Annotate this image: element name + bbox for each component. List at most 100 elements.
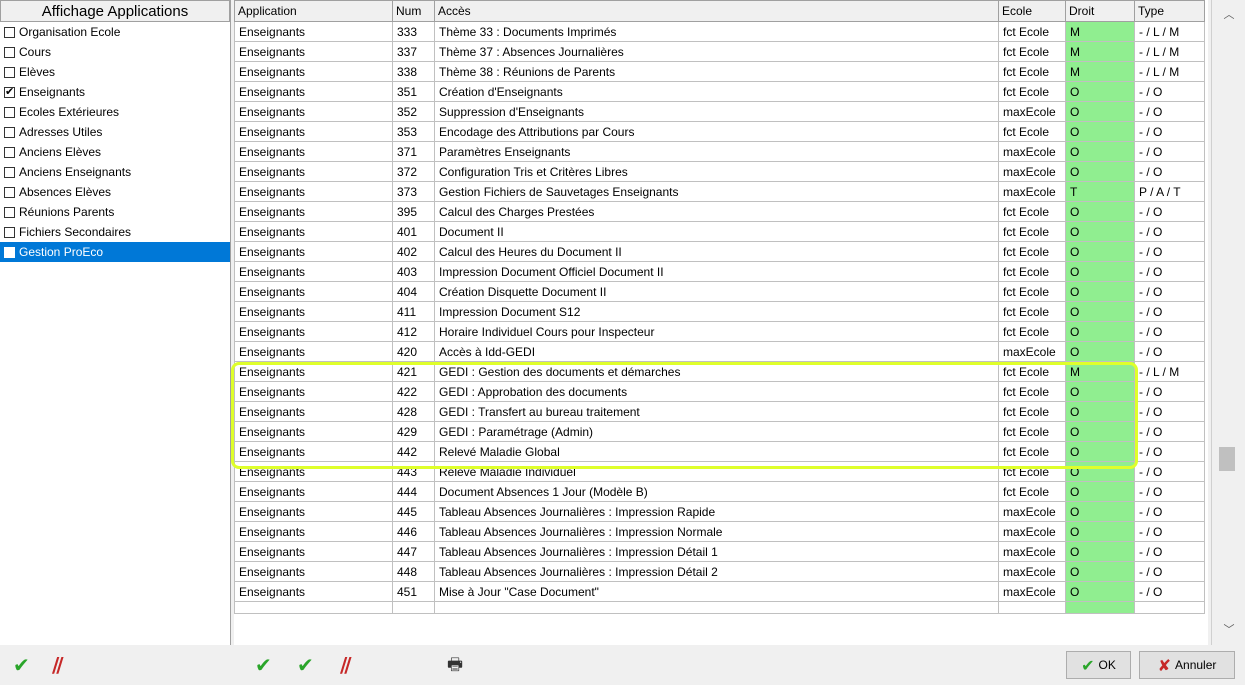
cell-droit[interactable]: O xyxy=(1065,341,1135,362)
print-preview-icon[interactable]: 🖶 xyxy=(447,655,463,675)
table-row[interactable]: Enseignants 446 Tableau Absences Journaliè… xyxy=(234,521,1205,542)
scroll-up-icon[interactable]: ︿ xyxy=(1212,6,1245,22)
cell-droit[interactable]: M xyxy=(1065,361,1135,382)
cell-droit[interactable]: O xyxy=(1065,261,1135,282)
ok-button[interactable]: ✔ OK xyxy=(1066,651,1131,679)
column-header-type[interactable]: Type xyxy=(1134,0,1205,22)
check-all-icon[interactable]: ✔ xyxy=(13,655,30,675)
table-row[interactable]: Enseignants 444 Document Absences 1 Jour (… xyxy=(234,481,1205,502)
table-row[interactable]: Enseignants 420 Accès à Idd-GEDI maxEcole O -… xyxy=(234,341,1205,362)
uncheck-all-icon[interactable]: // xyxy=(52,655,63,675)
application-checkbox[interactable] xyxy=(4,146,15,158)
cell-droit[interactable]: O xyxy=(1065,381,1135,402)
cell-droit[interactable]: O xyxy=(1065,241,1135,262)
table-row[interactable]: Enseignants 412 Horaire Individuel Cours p… xyxy=(234,321,1205,342)
application-item[interactable]: Réunions Parents xyxy=(0,202,230,222)
table-row[interactable]: Enseignants 428 GEDI : Transfert au bureau… xyxy=(234,401,1205,422)
table-row[interactable]: Enseignants 429 GEDI : Paramétrage (Admin)… xyxy=(234,421,1205,442)
table-row[interactable]: Enseignants 411 Impression Document S12 fct… xyxy=(234,301,1205,322)
table-row[interactable]: Enseignants 404 Création Disquette Documen… xyxy=(234,281,1205,302)
table-row[interactable]: Enseignants 351 Création d'Enseignants fct … xyxy=(234,81,1205,102)
application-item[interactable]: Adresses Utiles xyxy=(0,122,230,142)
cell-droit[interactable]: O xyxy=(1065,101,1135,122)
application-checkbox[interactable] xyxy=(4,46,15,58)
application-item[interactable]: Enseignants xyxy=(0,82,230,102)
table-row[interactable]: Enseignants 442 Relevé Maladie Global fct E… xyxy=(234,441,1205,462)
table-row[interactable]: Enseignants 402 Calcul des Heures du Docum… xyxy=(234,241,1205,262)
application-checkbox[interactable] xyxy=(4,206,15,218)
table-row[interactable]: Enseignants 451 Mise à Jour "Case Document… xyxy=(234,581,1205,602)
cell-droit[interactable]: O xyxy=(1065,281,1135,302)
cell-droit[interactable]: M xyxy=(1065,41,1135,62)
application-item[interactable]: Fichiers Secondaires xyxy=(0,222,230,242)
cell-droit[interactable]: O xyxy=(1065,221,1135,242)
scrollbar-thumb[interactable] xyxy=(1219,447,1235,471)
table-row[interactable]: Enseignants 337 Thème 37 : Absences Journa… xyxy=(234,41,1205,62)
application-checkbox[interactable] xyxy=(4,26,15,38)
cell-droit[interactable]: O xyxy=(1065,421,1135,442)
cell-droit[interactable]: O xyxy=(1065,321,1135,342)
cell-droit[interactable]: O xyxy=(1065,561,1135,582)
table-row[interactable]: Enseignants 448 Tableau Absences Journaliè… xyxy=(234,561,1205,582)
cell-droit[interactable]: O xyxy=(1065,501,1135,522)
application-item[interactable]: Organisation Ecole xyxy=(0,22,230,42)
cell-droit[interactable]: O xyxy=(1065,81,1135,102)
cell-droit[interactable]: O xyxy=(1065,521,1135,542)
table-row[interactable]: Enseignants 403 Impression Document Offici… xyxy=(234,261,1205,282)
table-row[interactable]: Enseignants 333 Thème 33 : Documents Impri… xyxy=(234,21,1205,42)
application-item[interactable]: Elèves xyxy=(0,62,230,82)
application-item[interactable]: Anciens Enseignants xyxy=(0,162,230,182)
application-item[interactable]: Anciens Elèves xyxy=(0,142,230,162)
check-icon-1[interactable]: ✔ xyxy=(255,655,272,675)
table-row[interactable]: Enseignants 401 Document II fct Ecole O - / O xyxy=(234,221,1205,242)
table-row[interactable]: Enseignants 372 Configuration Tris et Crit… xyxy=(234,161,1205,182)
table-row[interactable]: Enseignants 353 Encodage des Attributions … xyxy=(234,121,1205,142)
cell-droit[interactable]: O xyxy=(1065,581,1135,602)
table-row[interactable]: Enseignants 373 Gestion Fichiers de Sauvet… xyxy=(234,181,1205,202)
table-row[interactable]: Enseignants 443 Relevé Maladie Individuel f… xyxy=(234,461,1205,482)
cell-droit[interactable]: O xyxy=(1065,541,1135,562)
application-item[interactable]: Ecoles Extérieures xyxy=(0,102,230,122)
table-row[interactable]: Enseignants 352 Suppression d'Enseignants m… xyxy=(234,101,1205,122)
column-header-ecole[interactable]: Ecole xyxy=(998,0,1066,22)
application-item[interactable]: Gestion ProEco xyxy=(0,242,230,262)
application-checkbox[interactable] xyxy=(4,106,15,118)
cell-droit[interactable]: O xyxy=(1065,441,1135,462)
table-row[interactable]: Enseignants 421 GEDI : Gestion des documen… xyxy=(234,361,1205,382)
column-header-num[interactable]: Num xyxy=(392,0,435,22)
cell-droit[interactable]: O xyxy=(1065,481,1135,502)
application-item[interactable]: Absences Elèves xyxy=(0,182,230,202)
application-checkbox[interactable] xyxy=(4,186,15,198)
check-icon-2[interactable]: ✔ xyxy=(297,655,314,675)
table-row[interactable]: Enseignants 395 Calcul des Charges Prestée… xyxy=(234,201,1205,222)
column-header-application[interactable]: Application xyxy=(234,0,393,22)
table-row[interactable]: Enseignants 422 GEDI : Approbation des doc… xyxy=(234,381,1205,402)
cancel-button[interactable]: ✘ Annuler xyxy=(1139,651,1235,679)
cell-droit[interactable]: O xyxy=(1065,201,1135,222)
cell-droit[interactable]: O xyxy=(1065,161,1135,182)
cell-droit[interactable]: O xyxy=(1065,141,1135,162)
cell-droit[interactable]: T xyxy=(1065,181,1135,202)
scroll-down-icon[interactable]: ﹀ xyxy=(1212,621,1245,637)
cell-droit[interactable]: M xyxy=(1065,61,1135,82)
column-header-acces[interactable]: Accès xyxy=(434,0,999,22)
application-checkbox[interactable] xyxy=(4,66,15,78)
application-item[interactable]: Cours xyxy=(0,42,230,62)
application-checkbox[interactable] xyxy=(4,85,15,98)
cell-droit[interactable]: O xyxy=(1065,121,1135,142)
application-checkbox[interactable] xyxy=(4,226,15,238)
table-row[interactable]: Enseignants 338 Thème 38 : Réunions de Par… xyxy=(234,61,1205,82)
table-row[interactable]: Enseignants 447 Tableau Absences Journaliè… xyxy=(234,541,1205,562)
cell-droit[interactable]: M xyxy=(1065,21,1135,42)
vertical-scrollbar[interactable]: ︿ ﹀ xyxy=(1211,0,1245,645)
table-row[interactable]: Enseignants 445 Tableau Absences Journaliè… xyxy=(234,501,1205,522)
table-row[interactable]: Enseignants 371 Paramètres Enseignants maxE… xyxy=(234,141,1205,162)
cell-droit[interactable]: O xyxy=(1065,461,1135,482)
cell-droit[interactable]: O xyxy=(1065,401,1135,422)
application-checkbox[interactable] xyxy=(4,166,15,178)
application-checkbox[interactable] xyxy=(4,246,15,258)
clear-rights-icon[interactable]: // xyxy=(340,655,351,675)
application-checkbox[interactable] xyxy=(4,126,15,138)
column-header-droit[interactable]: Droit xyxy=(1065,0,1135,22)
cell-droit[interactable]: O xyxy=(1065,301,1135,322)
